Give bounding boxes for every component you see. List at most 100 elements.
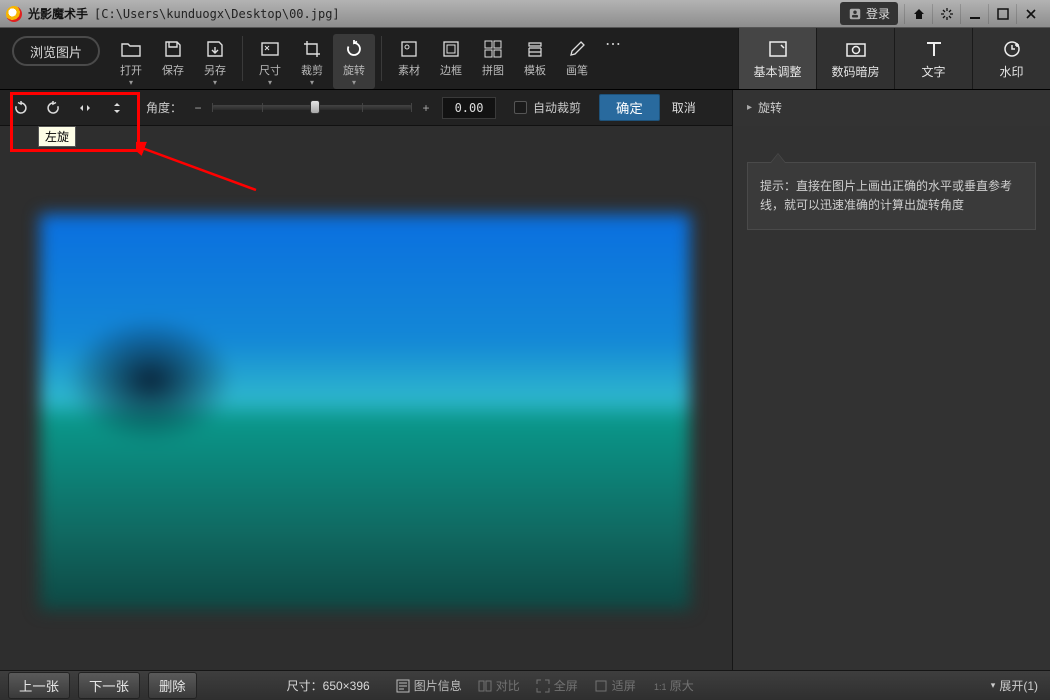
original-size-button[interactable]: 1:1原大 [652, 677, 694, 694]
slider-thumb[interactable] [310, 100, 320, 114]
plus-icon[interactable]: + [418, 101, 434, 115]
border-icon [441, 36, 461, 62]
minus-icon[interactable]: − [190, 101, 206, 115]
crop-label: 裁剪 [301, 62, 323, 78]
login-button[interactable]: 登录 [840, 2, 898, 25]
camera-icon [845, 37, 867, 61]
side-panel: 提示：直接在图片上画出正确的水平或垂直参考线，就可以迅速准确的计算出旋转角度 [732, 126, 1050, 670]
angle-value: 0.00 [455, 101, 484, 115]
chevron-right-icon: ▸ [747, 102, 752, 113]
border-button[interactable]: 边框 [430, 34, 472, 80]
open-icon [120, 36, 142, 62]
brush-button[interactable]: 画笔 [556, 34, 598, 80]
rotate-left-button[interactable] [10, 97, 32, 119]
tab-basic-adjust[interactable]: 基本调整 [738, 28, 816, 89]
template-button[interactable]: 模板 [514, 34, 556, 80]
border-label: 边框 [440, 62, 462, 78]
watermark-icon [1002, 37, 1022, 61]
tab-darkroom[interactable]: 数码暗房 [816, 28, 894, 89]
flip-vertical-button[interactable] [106, 97, 128, 119]
file-path: [C:\Users\kunduogx\Desktop\00.jpg] [94, 7, 340, 21]
size-label: 尺寸 [259, 62, 281, 78]
crop-icon [302, 36, 322, 62]
auto-crop-label: 自动裁剪 [533, 99, 581, 116]
title-bar: 光影魔术手 [C:\Users\kunduogx\Desktop\00.jpg]… [0, 0, 1050, 28]
save-icon [163, 36, 183, 62]
image-preview[interactable] [40, 214, 690, 610]
collage-label: 拼图 [482, 62, 504, 78]
fit-screen-button[interactable]: 适屏 [594, 677, 636, 694]
browse-images-button[interactable]: 浏览图片 [12, 36, 100, 66]
tab-watermark-label: 水印 [999, 63, 1023, 80]
home-button[interactable] [904, 4, 932, 24]
cancel-button[interactable]: 取消 [672, 99, 696, 116]
rotate-right-button[interactable] [42, 97, 64, 119]
size-button[interactable]: 尺寸▾ [249, 34, 291, 89]
text-icon [924, 37, 944, 61]
template-icon [525, 36, 545, 62]
next-image-button[interactable]: 下一张 [78, 672, 140, 699]
right-panel-tabs: 基本调整 数码暗房 文字 水印 [738, 28, 1050, 89]
user-icon [848, 7, 862, 21]
sidepanel-title-bar[interactable]: ▸ 旋转 [732, 90, 1050, 126]
material-button[interactable]: 素材 [388, 34, 430, 80]
material-label: 素材 [398, 62, 420, 78]
confirm-button[interactable]: 确定 [599, 94, 660, 121]
save-button[interactable]: 保存 [152, 34, 194, 80]
status-bar: 上一张 下一张 删除 尺寸：650×396 图片信息 对比 全屏 适屏 1:1原… [0, 670, 1050, 700]
rotation-controls [10, 97, 128, 119]
flip-horizontal-button[interactable] [74, 97, 96, 119]
angle-slider[interactable]: − + [190, 101, 434, 115]
toolbar-more-button[interactable]: ⋯ [598, 34, 628, 54]
saveas-button[interactable]: 另存▾ [194, 34, 236, 89]
open-button[interactable]: 打开▾ [110, 34, 152, 89]
minimize-button[interactable] [960, 4, 988, 24]
saveas-label: 另存 [204, 62, 226, 78]
open-label: 打开 [120, 62, 142, 78]
auto-crop-checkbox[interactable]: 自动裁剪 [514, 99, 581, 116]
chevron-down-icon: ▾ [129, 78, 133, 87]
canvas-area[interactable] [0, 126, 732, 670]
dim-label: 尺寸： [287, 679, 323, 693]
app-title: 光影魔术手 [28, 5, 88, 22]
angle-label: 角度： [146, 99, 182, 116]
chevron-down-icon: ▾ [213, 78, 217, 87]
crop-button[interactable]: 裁剪▾ [291, 34, 333, 89]
browse-label: 浏览图片 [30, 42, 82, 61]
prev-image-button[interactable]: 上一张 [8, 672, 70, 699]
orig-label: 原大 [670, 677, 694, 694]
compare-button[interactable]: 对比 [478, 677, 520, 694]
app-icon [6, 6, 22, 22]
brush-label: 画笔 [566, 62, 588, 78]
fullscreen-label: 全屏 [554, 677, 578, 694]
tab-watermark[interactable]: 水印 [972, 28, 1050, 89]
slider-track[interactable] [212, 105, 412, 110]
rotate-button[interactable]: 旋转▾ [333, 34, 375, 89]
annotation-tooltip: 左旋 [38, 126, 76, 147]
fit-label: 适屏 [612, 677, 636, 694]
delete-image-button[interactable]: 删除 [148, 672, 197, 699]
compare-label: 对比 [496, 677, 520, 694]
chevron-down-icon: ▾ [268, 78, 272, 87]
delete-label: 删除 [159, 679, 186, 694]
maximize-button[interactable] [988, 4, 1016, 24]
image-info-button[interactable]: 图片信息 [396, 677, 462, 694]
tooltip-text: 左旋 [45, 130, 69, 144]
chevron-down-icon: ▾ [310, 78, 314, 87]
chevron-down-icon: ▾ [352, 78, 356, 87]
expand-panel-button[interactable]: ▾ 展开(1) [991, 677, 1038, 694]
angle-input[interactable]: 0.00 [442, 97, 496, 119]
close-button[interactable] [1016, 4, 1044, 24]
tip-prefix: 提示： [760, 179, 796, 193]
checkbox-icon[interactable] [514, 101, 527, 114]
sidepanel-title: 旋转 [758, 99, 782, 116]
window-buttons [904, 4, 1044, 24]
settings-button[interactable] [932, 4, 960, 24]
fullscreen-button[interactable]: 全屏 [536, 677, 578, 694]
size-icon [259, 36, 281, 62]
collage-button[interactable]: 拼图 [472, 34, 514, 80]
rotate-label: 旋转 [343, 62, 365, 78]
chevron-down-icon: ▾ [991, 680, 996, 691]
tab-text[interactable]: 文字 [894, 28, 972, 89]
adjust-icon [767, 37, 789, 61]
